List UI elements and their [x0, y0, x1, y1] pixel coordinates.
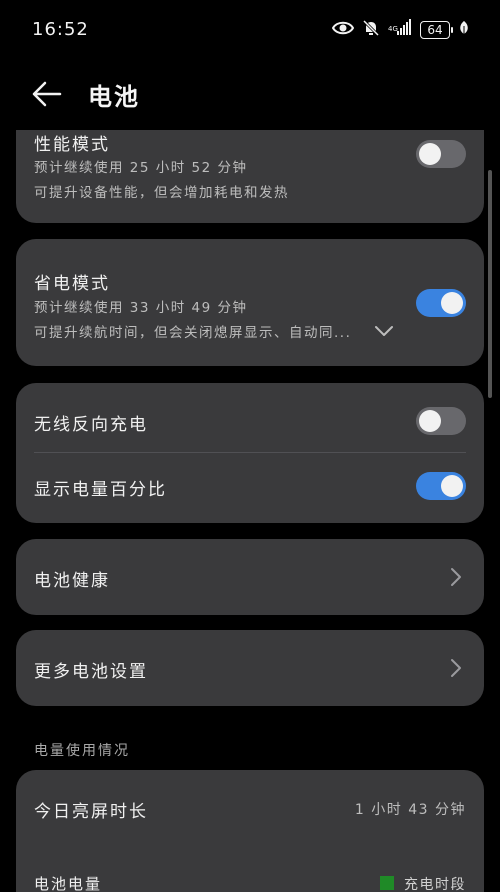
battery-level-label: 电池电量	[34, 875, 103, 892]
toggle-knob	[419, 143, 441, 165]
performance-mode-toggle[interactable]	[416, 140, 466, 168]
more-battery-settings-item[interactable]: 更多电池设置	[16, 630, 484, 706]
toggle-knob	[419, 410, 441, 432]
leaf-icon	[458, 20, 470, 40]
app-header: 电池	[0, 68, 500, 118]
mute-bell-icon	[362, 19, 380, 41]
chevron-right-icon	[451, 568, 461, 586]
chevron-down-icon[interactable]	[374, 325, 394, 337]
back-button[interactable]	[30, 78, 66, 110]
status-time: 16:52	[32, 19, 89, 40]
toggle-knob	[441, 292, 463, 314]
screen-on-time-value: 1 小时 43 分钟	[354, 802, 466, 818]
wireless-reverse-charging-label: 无线反向充电	[34, 415, 148, 435]
signal-icon: 4G	[388, 19, 412, 41]
legend-swatch	[380, 876, 394, 890]
charging-period-label: 充电时段	[404, 877, 466, 892]
power-saving-mode-estimate: 预计继续使用 33 小时 49 分钟	[34, 300, 248, 316]
wireless-reverse-charging-toggle[interactable]	[416, 407, 466, 435]
power-saving-mode-toggle[interactable]	[416, 289, 466, 317]
usage-section-label: 电量使用情况	[34, 743, 130, 759]
chevron-right-icon	[451, 659, 461, 677]
performance-mode-description: 可提升设备性能，但会增加耗电和发热	[34, 185, 289, 201]
performance-mode-title: 性能模式	[34, 135, 110, 155]
more-battery-settings-label: 更多电池设置	[34, 662, 148, 682]
svg-text:4G: 4G	[388, 25, 398, 33]
screen-on-time-label: 今日亮屏时长	[34, 802, 148, 822]
status-bar: 16:52 4G 64	[0, 0, 500, 60]
settings-list: 性能模式 预计继续使用 25 小时 52 分钟 可提升设备性能，但会增加耗电和发…	[0, 130, 500, 892]
power-saving-mode-description: 可提升续航时间，但会关闭熄屏显示、自动同...	[34, 325, 352, 341]
performance-mode-card[interactable]: 性能模式 预计继续使用 25 小时 52 分钟 可提升设备性能，但会增加耗电和发…	[16, 130, 484, 223]
battery-icon: 64	[420, 21, 453, 39]
eye-comfort-icon	[331, 20, 355, 40]
battery-health-item[interactable]: 电池健康	[16, 539, 484, 615]
usage-card: 今日亮屏时长 1 小时 43 分钟 电池电量 充电时段	[16, 770, 484, 892]
power-saving-mode-title: 省电模式	[34, 274, 110, 294]
power-saving-mode-card[interactable]: 省电模式 预计继续使用 33 小时 49 分钟 可提升续航时间，但会关闭熄屏显示…	[16, 239, 484, 366]
charging-period-legend: 充电时段	[380, 874, 466, 892]
back-arrow-icon	[32, 81, 62, 107]
battery-health-label: 电池健康	[34, 571, 110, 591]
performance-mode-estimate: 预计继续使用 25 小时 52 分钟	[34, 160, 248, 176]
show-battery-percentage-label: 显示电量百分比	[34, 480, 167, 500]
charging-options-card: 无线反向充电 显示电量百分比	[16, 383, 484, 523]
show-battery-percentage-toggle[interactable]	[416, 472, 466, 500]
status-icons: 4G 64	[331, 18, 470, 42]
divider	[34, 452, 466, 453]
toggle-knob	[441, 475, 463, 497]
page-title: 电池	[88, 83, 140, 111]
